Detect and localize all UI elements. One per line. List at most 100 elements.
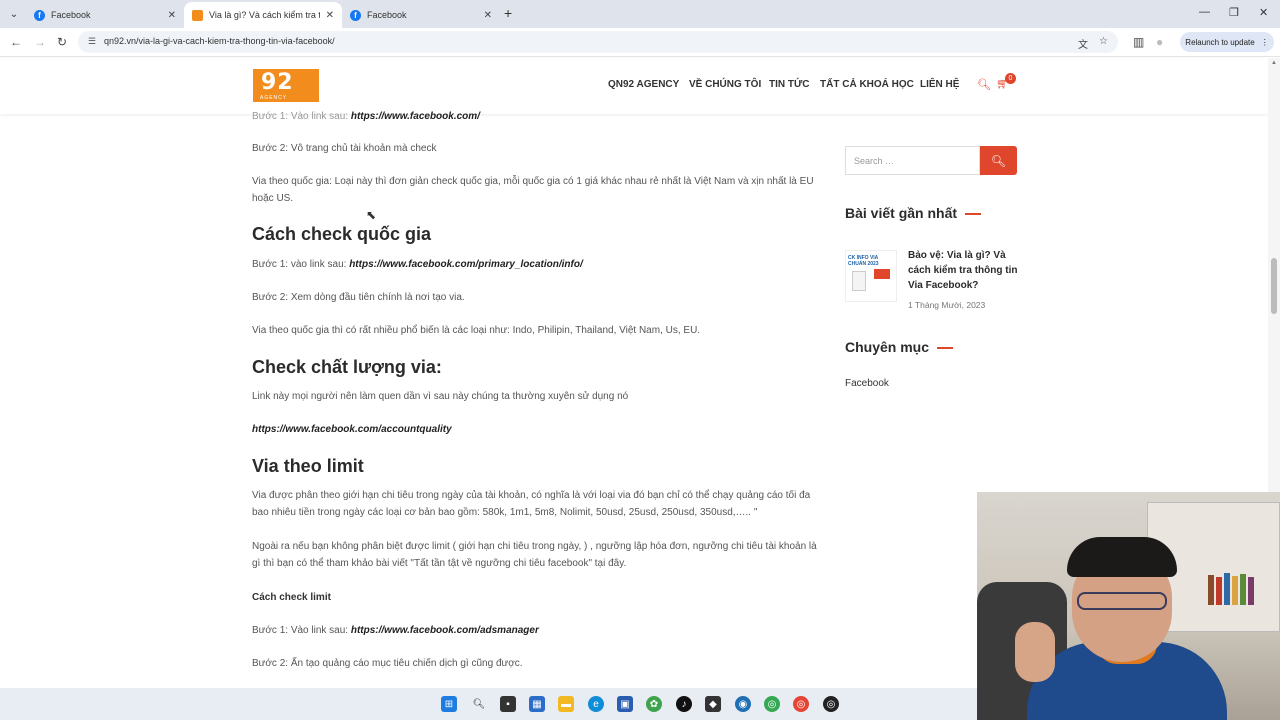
logo-text: 92 (261, 70, 294, 95)
facebook-favicon-icon: f (34, 9, 45, 21)
tab-via-article[interactable]: Via là gì? Và cách kiểm tra thông tin Vi… (184, 2, 342, 28)
logo-subtext: AGENCY (260, 95, 288, 101)
step-prefix: Bước 1: Vào link sau: (252, 625, 351, 636)
search-icon: 🔍︎ (990, 153, 1007, 168)
new-tab-icon[interactable]: + (504, 5, 512, 21)
store-icon[interactable]: ▣ (617, 696, 633, 712)
adsmanager-link[interactable]: https://www.facebook.com/adsmanager (351, 625, 539, 636)
recent-post-thumbnail[interactable]: CK INFO VIA CHUẨN 2023 (845, 250, 897, 302)
step1-profile-paragraph: Bước 1: Vào link sau: https://www.facebo… (252, 108, 822, 125)
windows-start-icon[interactable]: ⊞ (441, 696, 457, 712)
facebook-link[interactable]: https://www.facebook.com/ (351, 111, 480, 122)
check-limit-subheading: Cách check limit (252, 592, 331, 603)
recent-posts-label: Bài viết gần nhất (845, 205, 958, 221)
app-blue-icon[interactable]: ◉ (735, 696, 751, 712)
task-view-icon[interactable]: ▪ (500, 696, 516, 712)
tab-facebook-2[interactable]: f Facebook ✕ (342, 2, 500, 28)
app-chrome-alt-icon[interactable]: ◎ (823, 696, 839, 712)
webcam-person-hand (1015, 622, 1055, 682)
heading-via-limit: Via theo limit (252, 456, 364, 476)
bookmark-star-icon[interactable]: ☆ (1099, 36, 1108, 47)
qn92-favicon-icon (192, 9, 203, 21)
book (1248, 577, 1254, 605)
quality-paragraph: Link này mọi người nên làm quen dần vì s… (252, 391, 629, 402)
windows-taskbar: ⊞ 🔍︎ ▪ ▦ ▬ e ▣ ✿ ♪ ◆ ◉ ◎ ◎ ◎ (0, 688, 977, 720)
facebook-favicon-icon: f (350, 9, 361, 21)
close-tab-icon[interactable]: ✕ (326, 10, 334, 21)
menu-qn92-agency[interactable]: QN92 AGENCY (608, 79, 679, 90)
file-explorer-icon[interactable]: ▬ (558, 696, 574, 712)
category-facebook-link[interactable]: Facebook (845, 378, 889, 389)
chrome-profile-icon[interactable]: ◎ (764, 696, 780, 712)
site-logo[interactable]: 92 AGENCY (253, 69, 319, 102)
profile-icon[interactable]: ● (1156, 35, 1163, 49)
search-icon[interactable]: 🔍︎ (471, 696, 487, 712)
tab-search-icon[interactable]: ⌄ (4, 4, 24, 24)
title-accent-dash (965, 213, 982, 216)
tiktok-icon[interactable]: ♪ (676, 696, 692, 712)
more-menu-icon[interactable]: ⋮ (1261, 38, 1269, 47)
recent-post-title[interactable]: Bảo vệ: Via là gì? Và cách kiểm tra thôn… (908, 248, 1018, 293)
webcam-person-hair (1067, 537, 1177, 577)
primary-location-link[interactable]: https://www.facebook.com/primary_locatio… (349, 259, 583, 270)
accountquality-link[interactable]: https://www.facebook.com/accountquality (252, 424, 452, 435)
step2-profile-paragraph: Bước 2: Vô trang chủ tài khoản mà check (252, 143, 437, 154)
sidebar-search-button[interactable]: 🔍︎ (980, 146, 1017, 175)
heading-check-country: Cách check quốc gia (252, 224, 432, 244)
via-country-paragraph: Via theo quốc gia: Loại này thì đơn giản… (252, 176, 814, 204)
menu-contact[interactable]: LIÊN HỆ (920, 79, 959, 90)
edge-browser-icon[interactable]: e (588, 696, 604, 712)
limit-extra-paragraph: Ngoài ra nếu bạn không phân biệt được li… (252, 541, 817, 569)
mouse-cursor-icon: ⬉ (366, 208, 377, 222)
search-icon[interactable]: 🔍︎ (977, 78, 991, 91)
tab-label: Facebook (367, 10, 407, 20)
translate-icon[interactable]: 文 (1078, 36, 1088, 51)
heading-check-quality: Check chất lượng via: (252, 357, 442, 377)
webcam-overlay (977, 492, 1280, 720)
step2-limit-paragraph: Bước 2: Ấn tạo quảng cáo mục tiêu chiến … (252, 658, 523, 669)
tab-facebook-1[interactable]: f Facebook ✕ (26, 2, 184, 28)
app-dark-icon[interactable]: ◆ (705, 696, 721, 712)
maximize-icon[interactable]: ❐ (1229, 6, 1239, 19)
recent-post-date: 1 Tháng Mười, 2023 (908, 300, 986, 310)
relaunch-button[interactable]: Relaunch to update ⋮ (1180, 32, 1274, 52)
close-tab-icon[interactable]: ✕ (168, 10, 176, 21)
browser-tab-bar: ⌄ f Facebook ✕ Via là gì? Và cách kiểm t… (0, 0, 1280, 28)
relaunch-label: Relaunch to update (1185, 37, 1255, 47)
accountquality-paragraph: https://www.facebook.com/accountquality (252, 421, 822, 438)
widgets-icon[interactable]: ▦ (529, 696, 545, 712)
scrollbar-thumb[interactable] (1271, 258, 1277, 314)
step2-country-paragraph: Bước 2: Xem dòng đầu tiên chính là nơi t… (252, 292, 465, 303)
app-green-icon[interactable]: ✿ (646, 696, 662, 712)
scroll-up-icon[interactable]: ▲ (1271, 60, 1277, 66)
close-tab-icon[interactable]: ✕ (484, 10, 492, 21)
step-prefix: Bước 1: Vào link sau: (252, 111, 351, 122)
site-info-icon[interactable]: ☰ (88, 36, 96, 47)
browser-toolbar: ← → ↻ ☰ qn92.vn/via-la-gi-va-cach-kiem-t… (0, 28, 1280, 57)
step-prefix: Bước 1: vào link sau: (252, 259, 350, 270)
site-header: 92 AGENCY QN92 AGENCY VỀ CHÚNG TÔI TIN T… (0, 58, 1268, 114)
book (1208, 575, 1214, 605)
sidebar-search-input[interactable]: Search … (845, 146, 980, 175)
title-accent-dash (937, 347, 954, 350)
forward-icon[interactable]: → (34, 35, 46, 49)
side-panel-icon[interactable]: ▥ (1133, 35, 1144, 49)
reload-icon[interactable]: ↻ (57, 35, 67, 49)
url-text[interactable]: qn92.vn/via-la-gi-va-cach-kiem-tra-thong… (104, 36, 335, 46)
menu-news[interactable]: TIN TỨC (769, 79, 810, 90)
book (1232, 576, 1238, 605)
step1-limit-paragraph: Bước 1: Vào link sau: https://www.facebo… (252, 622, 822, 639)
minimize-icon[interactable]: — (1199, 6, 1210, 18)
menu-courses[interactable]: TẤT CẢ KHOÁ HỌC (820, 79, 914, 90)
book (1224, 573, 1230, 605)
address-bar[interactable]: ☰ qn92.vn/via-la-gi-va-cach-kiem-tra-tho… (78, 31, 1118, 53)
recent-posts-title: Bài viết gần nhất (845, 205, 982, 221)
chrome-icon[interactable]: ◎ (793, 696, 809, 712)
menu-about[interactable]: VỀ CHÚNG TÔI (689, 79, 761, 90)
close-window-icon[interactable]: ✕ (1259, 6, 1268, 19)
webcam-person-glasses (1077, 592, 1167, 610)
back-icon[interactable]: ← (10, 35, 22, 49)
thumbnail-document-shape (852, 271, 866, 291)
cart-count-badge: 0 (1005, 73, 1016, 84)
country-types-paragraph: Via theo quốc gia thì có rất nhiều phổ b… (252, 325, 701, 336)
